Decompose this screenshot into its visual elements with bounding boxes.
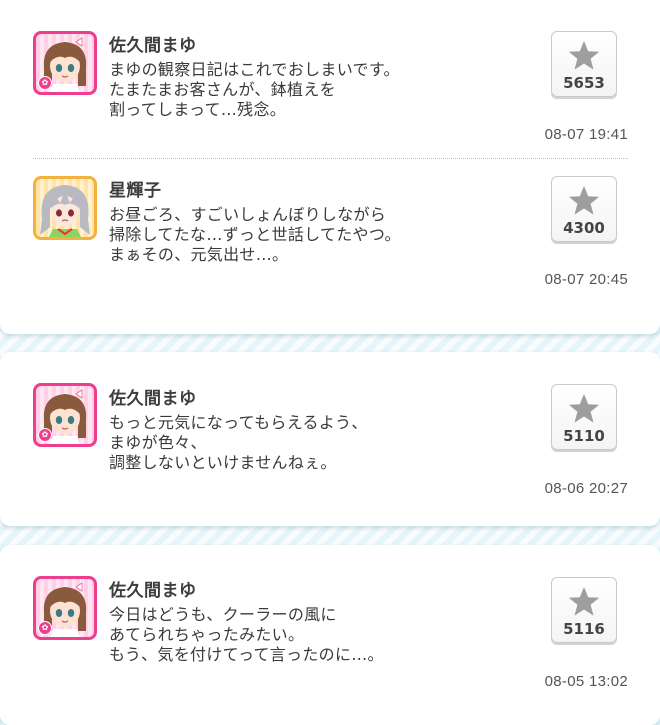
avatar[interactable]: ✿ (33, 576, 97, 640)
post-item: ✿ 佐久間まゆ 今日はどうも、クーラーの風に あてられちゃったみたい。 もう、気… (0, 545, 660, 725)
timestamp: 08-05 13:02 (544, 673, 628, 690)
timestamp: 08-07 20:45 (544, 271, 628, 288)
post-card: ✿ 佐久間まゆ まゆの観察日記はこれでおしまいです。 たまたまお客さんが、鉢植え… (0, 0, 660, 334)
star-icon (568, 186, 600, 215)
author-name: 佐久間まゆ (109, 389, 197, 409)
post-item: ✿ 佐久間まゆ まゆの観察日記はこれでおしまいです。 たまたまお客さんが、鉢植え… (0, 0, 660, 160)
message-line: 割ってしまって…残念。 (109, 100, 287, 119)
author-name: 佐久間まゆ (109, 581, 197, 601)
message-text: もっと元気になってもらえるよう、 まゆが色々、 調整しないといけませんねぇ。 (109, 413, 529, 473)
post-item: ✿ 佐久間まゆ もっと元気になってもらえるよう、 まゆが色々、 調整しないといけ… (0, 352, 660, 526)
flower-badge-icon: ✿ (38, 76, 52, 90)
avatar[interactable]: ✿ (33, 31, 97, 95)
message-line: まゆの観察日記はこれでおしまいです。 (109, 60, 400, 79)
like-count: 4300 (563, 219, 605, 237)
like-count: 5653 (563, 74, 605, 92)
message-text: 今日はどうも、クーラーの風に あてられちゃったみたい。 もう、気を付けてって言っ… (109, 605, 529, 665)
star-icon (568, 394, 600, 423)
message-line: まゆが色々、 (109, 433, 207, 452)
syoko-avatar-icon (40, 185, 90, 237)
message-text: まゆの観察日記はこれでおしまいです。 たまたまお客さんが、鉢植えを 割ってしまっ… (109, 60, 529, 120)
avatar[interactable]: ✿ (33, 176, 97, 240)
avatar[interactable]: ✿ (33, 383, 97, 447)
message-line: 掃除してたな…ずっと世話してたやつ。 (109, 225, 401, 244)
message-line: もっと元気になってもらえるよう、 (109, 413, 368, 432)
flower-badge-icon: ✿ (38, 621, 52, 635)
like-button[interactable]: 5653 (551, 31, 617, 97)
flower-badge-icon: ✿ (38, 428, 52, 442)
timestamp: 08-07 19:41 (544, 126, 628, 143)
like-button[interactable]: 5116 (551, 577, 617, 643)
like-button[interactable]: 4300 (551, 176, 617, 242)
author-name: 星輝子 (109, 181, 162, 201)
post-item: ✿ 星輝子 お昼ごろ、すごいしょんぼりしながら 掃除してたな…ずっと世話してたや… (0, 145, 660, 305)
message-line: 調整しないといけませんねぇ。 (109, 453, 337, 472)
message-line: まぁその、元気出せ…。 (109, 245, 289, 264)
message-line: 今日はどうも、クーラーの風に (109, 605, 337, 624)
like-button[interactable]: 5110 (551, 384, 617, 450)
timestamp: 08-06 20:27 (544, 480, 628, 497)
message-line: もう、気を付けてって言ったのに…。 (109, 645, 384, 664)
message-line: あてられちゃったみたい。 (109, 625, 305, 644)
author-name: 佐久間まゆ (109, 36, 197, 56)
message-line: たまたまお客さんが、鉢植えを (109, 80, 336, 99)
post-card: ✿ 佐久間まゆ もっと元気になってもらえるよう、 まゆが色々、 調整しないといけ… (0, 352, 660, 526)
post-card: ✿ 佐久間まゆ 今日はどうも、クーラーの風に あてられちゃったみたい。 もう、気… (0, 545, 660, 725)
star-icon (568, 41, 600, 70)
star-icon (568, 587, 600, 616)
message-line: お昼ごろ、すごいしょんぼりしながら (109, 205, 387, 224)
message-text: お昼ごろ、すごいしょんぼりしながら 掃除してたな…ずっと世話してたやつ。 まぁそ… (109, 205, 529, 265)
like-count: 5110 (563, 427, 605, 445)
like-count: 5116 (563, 620, 605, 638)
